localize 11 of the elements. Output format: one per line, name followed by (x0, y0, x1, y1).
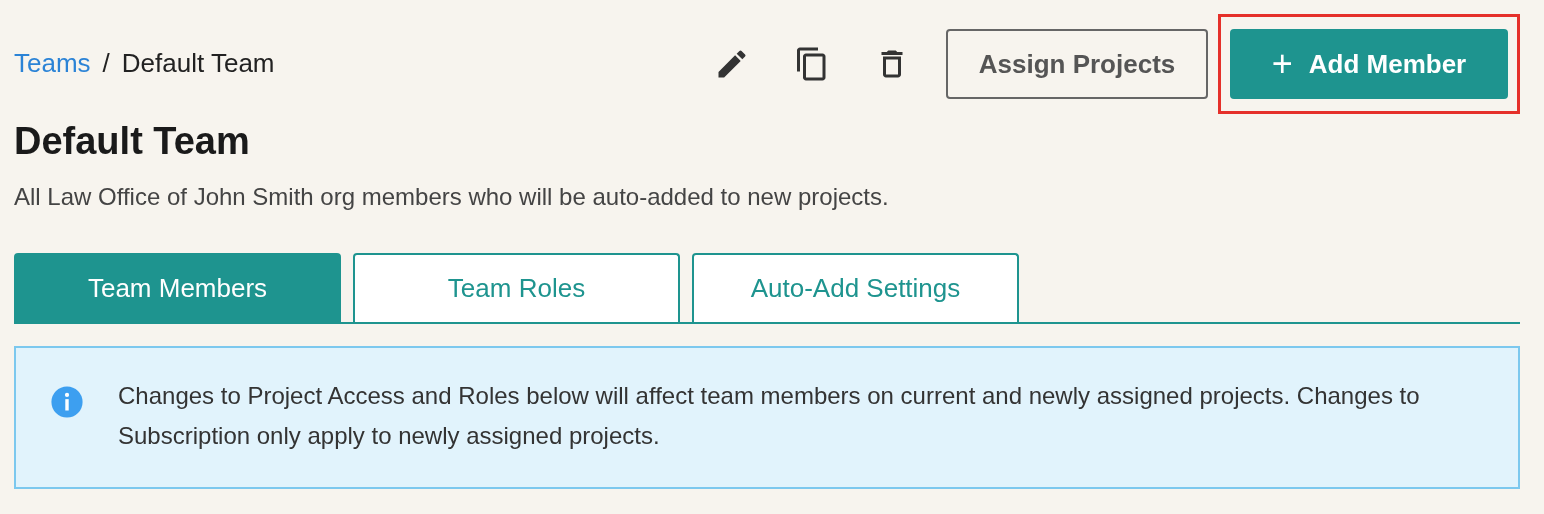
info-text: Changes to Project Access and Roles below will affect team members on current and newly assigned projects. Changes to Subscription only apply to newly assigned projects. (118, 381, 1421, 451)
tab[interactable]: Auto-Add Settings (692, 253, 1019, 322)
breadcrumb-current: Default Team (121, 47, 275, 79)
tab[interactable]: Team Roles (353, 253, 680, 322)
info-icon (50, 385, 84, 419)
assign-projects-button[interactable]: Assign Projects (946, 29, 1208, 99)
breadcrumb-link[interactable]: Teams (14, 47, 91, 79)
page-title: Default Team (14, 120, 251, 163)
page-description: All Law Office of John Smith org members who will be auto-added to new projects. (14, 183, 890, 211)
tab[interactable]: Team Members (14, 253, 341, 322)
breadcrumb-separator: / (102, 47, 110, 79)
